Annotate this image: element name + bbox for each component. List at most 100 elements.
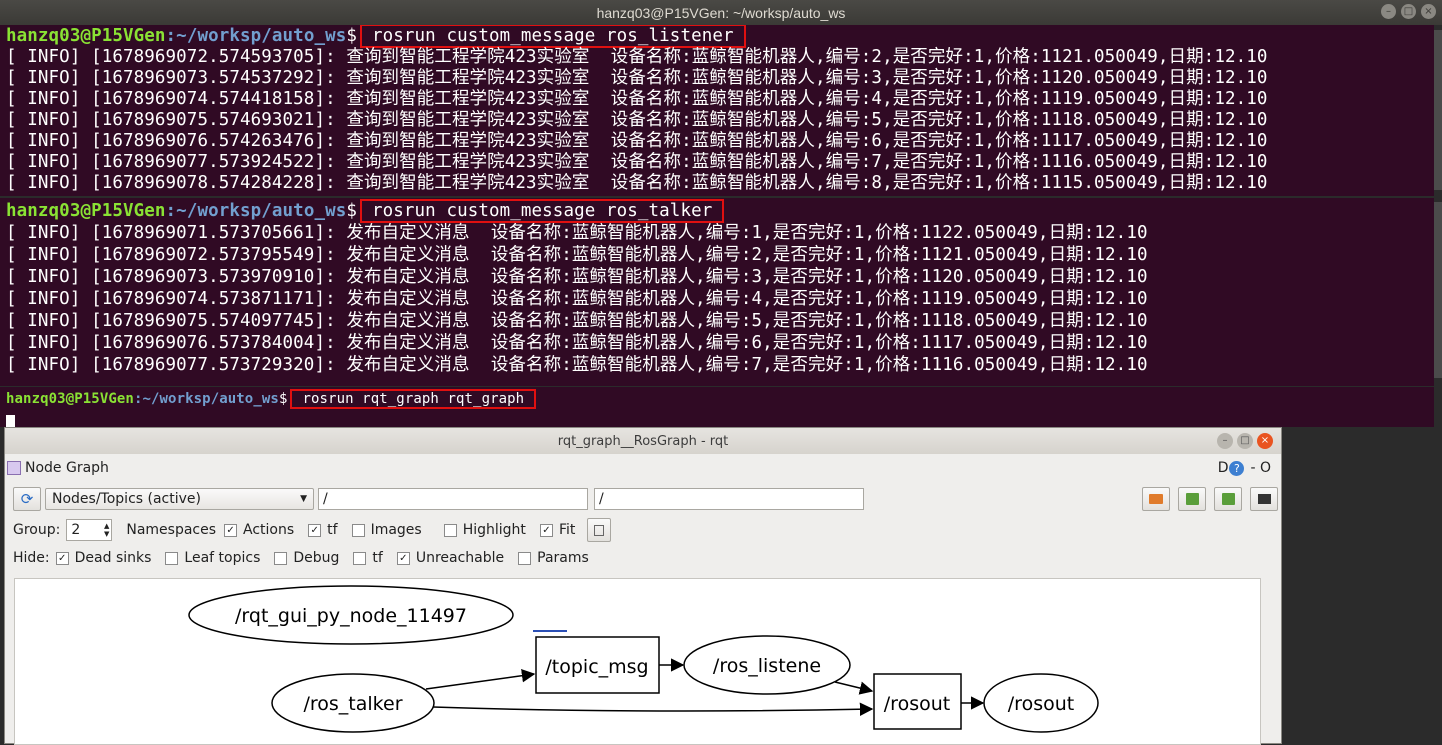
prompt-user: hanzq03@P15VGen	[6, 26, 166, 46]
tf-checkbox[interactable]: ✓	[308, 523, 322, 537]
log-line: [ INFO] [1678969076.573784004]: 发布自定义消息 …	[6, 333, 1148, 353]
plugin-icon	[7, 461, 21, 475]
dead-sinks-label[interactable]: Dead sinks	[75, 550, 152, 566]
terminal-pane-talker[interactable]: hanzq03@P15VGen:~/worksp/auto_ws$ rosrun …	[0, 198, 1434, 386]
fit-checkbox[interactable]: ✓	[539, 523, 553, 537]
params-checkbox[interactable]	[518, 551, 532, 565]
plugin-controls[interactable]: D	[1218, 460, 1229, 476]
log-line: [ INFO] [1678969073.573970910]: 发布自定义消息 …	[6, 267, 1148, 287]
hide-label: Hide:	[13, 550, 50, 566]
tf-hide-label[interactable]: tf	[372, 550, 382, 566]
graph-node-rosout-label: /rosout	[884, 693, 950, 715]
prompt-user: hanzq03@P15VGen	[6, 391, 134, 407]
group-value: 2	[71, 522, 81, 538]
group-label: Group:	[13, 522, 61, 538]
window-title: hanzq03@P15VGen: ~/worksp/auto_ws	[596, 4, 846, 21]
prompt-line: hanzq03@P15VGen:~/worksp/auto_ws$ rosrun …	[0, 199, 1434, 223]
maximize-icon[interactable]: □	[1401, 4, 1416, 19]
highlight-checkbox[interactable]	[443, 523, 457, 537]
debug-label[interactable]: Debug	[293, 550, 339, 566]
graph-node-gui-label: /rqt_gui_py_node_11497	[235, 605, 467, 627]
terminal-scrollbar[interactable]	[1434, 202, 1442, 378]
refresh-button[interactable]: ⟳	[13, 487, 41, 511]
command-text: rosrun custom_message ros_talker	[360, 199, 725, 223]
chevron-down-icon: ▼	[300, 494, 307, 504]
prompt-line: hanzq03@P15VGen:~/worksp/auto_ws$ rosrun …	[0, 387, 1434, 411]
minimize-icon[interactable]: –	[1217, 433, 1233, 449]
actions-checkbox[interactable]: ✓	[224, 523, 238, 537]
log-line: [ INFO] [1678969075.574693021]: 查询到智能工程学…	[6, 110, 1268, 130]
prompt-path: :~/worksp/auto_ws	[133, 391, 279, 407]
graph-node-listener-label: /ros_listene	[713, 655, 821, 677]
group-spinbox[interactable]: 2 ▲ ▼	[66, 519, 113, 541]
unreachable-checkbox[interactable]: ✓	[396, 551, 410, 565]
mode-select-value: Nodes/Topics (active)	[52, 491, 201, 507]
fit-label[interactable]: Fit	[559, 522, 575, 538]
leaf-topics-checkbox[interactable]	[165, 551, 179, 565]
ros-graph[interactable]: /rqt_gui_py_node_11497 /ros_talker /topi…	[15, 579, 1260, 744]
graph-canvas[interactable]: /rqt_gui_py_node_11497 /ros_talker /topi…	[14, 578, 1261, 745]
prompt-path: :~/worksp/auto_ws	[165, 26, 347, 46]
graph-node-talker-label: /ros_talker	[303, 693, 402, 715]
highlight-label[interactable]: Highlight	[463, 522, 526, 538]
minimize-icon[interactable]: –	[1381, 4, 1396, 19]
save-image-button[interactable]	[1250, 487, 1278, 511]
window-titlebar: hanzq03@P15VGen: ~/worksp/auto_ws – □ ×	[0, 0, 1442, 25]
images-label[interactable]: Images	[371, 522, 422, 538]
tf-label[interactable]: tf	[327, 522, 337, 538]
terminal-pane-listener[interactable]: hanzq03@P15VGen:~/worksp/auto_ws$ rosrun …	[0, 25, 1434, 196]
file-toolbar	[1142, 487, 1278, 511]
log-line: [ INFO] [1678969072.574593705]: 查询到智能工程学…	[6, 47, 1268, 67]
toolbar-row: ⟳ Nodes/Topics (active) ▼ / /	[13, 487, 864, 511]
command-text: rosrun rqt_graph rqt_graph	[290, 389, 537, 409]
save-dot-button[interactable]	[1178, 487, 1206, 511]
log-line: [ INFO] [1678969077.573729320]: 发布自定义消息 …	[6, 355, 1148, 375]
save-svg-button[interactable]	[1214, 487, 1242, 511]
hide-row: Hide: ✓ Dead sinks Leaf topics Debug tf …	[13, 550, 589, 566]
unreachable-label[interactable]: Unreachable	[416, 550, 504, 566]
prompt-user: hanzq03@P15VGen	[6, 201, 166, 221]
plugin-header: Node Graph D ? - O	[5, 460, 1277, 476]
graph-topic-msg-label: /topic_msg	[545, 656, 648, 678]
rqt-titlebar: rqt_graph__RosGraph - rqt – □ ×	[5, 428, 1281, 454]
topic-filter-input[interactable]: /	[594, 488, 864, 510]
log-line: [ INFO] [1678969074.573871171]: 发布自定义消息 …	[6, 289, 1148, 309]
log-line: [ INFO] [1678969073.574537292]: 查询到智能工程学…	[6, 68, 1268, 88]
log-line: [ INFO] [1678969075.574097745]: 发布自定义消息 …	[6, 311, 1148, 331]
log-line: [ INFO] [1678969076.574263476]: 查询到智能工程学…	[6, 131, 1268, 151]
node-filter-input[interactable]: /	[318, 488, 588, 510]
save-icon	[1221, 493, 1235, 505]
debug-checkbox[interactable]	[274, 551, 288, 565]
graph-edge-listener-rosout	[834, 681, 874, 695]
prompt-symbol: $	[278, 391, 288, 407]
dead-sinks-checkbox[interactable]: ✓	[55, 551, 69, 565]
images-checkbox[interactable]	[351, 523, 365, 537]
close-icon[interactable]: ×	[1257, 433, 1273, 449]
graph-edge-talker-topic	[425, 668, 536, 690]
graph-edge-talker-rosout	[432, 702, 874, 716]
log-line: [ INFO] [1678969071.573705661]: 发布自定义消息 …	[6, 223, 1148, 243]
plugin-extra[interactable]: - O	[1250, 460, 1271, 476]
close-icon[interactable]: ×	[1421, 4, 1436, 19]
log-line: [ INFO] [1678969072.573795549]: 发布自定义消息 …	[6, 245, 1148, 265]
terminal-scrollbar[interactable]	[1434, 30, 1442, 190]
prompt-symbol: $	[346, 26, 357, 46]
actions-label[interactable]: Actions	[243, 522, 294, 538]
fit-view-icon	[594, 524, 605, 536]
params-label[interactable]: Params	[537, 550, 589, 566]
rqt-window[interactable]: rqt_graph__RosGraph - rqt – □ × Node Gra…	[4, 427, 1282, 745]
fit-view-button[interactable]	[587, 518, 612, 542]
load-button[interactable]	[1142, 487, 1170, 511]
terminal-pane-rqt[interactable]: hanzq03@P15VGen:~/worksp/auto_ws$ rosrun …	[0, 387, 1434, 427]
help-icon[interactable]: ?	[1229, 460, 1245, 476]
terminal-cursor	[0, 411, 1434, 427]
maximize-icon[interactable]: □	[1237, 433, 1253, 449]
spin-arrows-icon[interactable]: ▲ ▼	[104, 522, 109, 538]
mode-select[interactable]: Nodes/Topics (active) ▼	[45, 488, 314, 510]
plugin-label: Node Graph	[25, 460, 109, 476]
leaf-topics-label[interactable]: Leaf topics	[184, 550, 260, 566]
tf-hide-checkbox[interactable]	[353, 551, 367, 565]
namespaces-label[interactable]: Namespaces	[126, 522, 216, 538]
log-line: [ INFO] [1678969077.573924522]: 查询到智能工程学…	[6, 152, 1268, 172]
prompt-path: :~/worksp/auto_ws	[165, 201, 347, 221]
